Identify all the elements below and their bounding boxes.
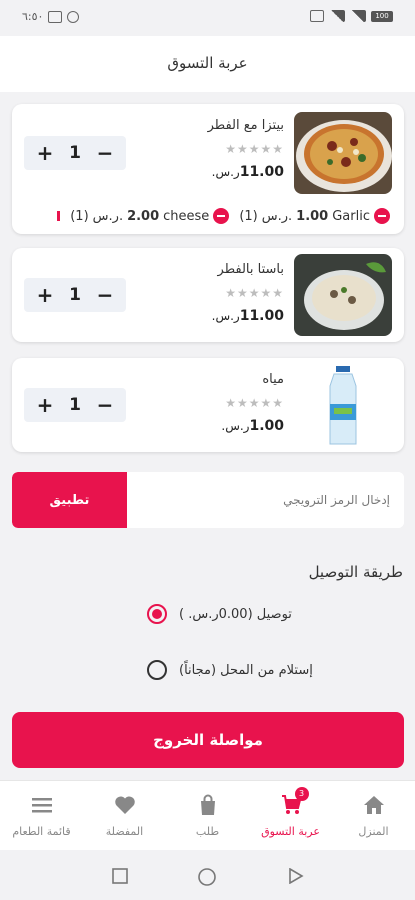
quantity-value: 1 [69,285,81,305]
item-price: 11.00ر.س. [212,164,284,180]
delivery-option-delivery[interactable]: توصيل (0.00ر.س. ) [147,601,387,627]
addon-currency: ر.س. [261,208,293,224]
cart-item-water: مياه ★★★★★ 1.00ر.س. + 1 − [12,358,404,452]
delivery-method-title: طريقة التوصيل [308,563,403,581]
price-currency: ر.س. [221,419,250,433]
nav-label: عربة التسوق [261,825,320,838]
addon-price: 1.00 [296,208,329,224]
addon-count: (1) [70,208,89,224]
top-bar: عربة التسوق [0,36,415,92]
price-currency: ر.س. [211,309,240,323]
decrease-button[interactable]: − [94,283,116,307]
price-value: 11.00 [239,308,284,324]
rating-stars: ★★★★★ [225,396,284,410]
addon-cheese: cheese 2.00 ر.س. (1) [70,208,230,224]
heart-icon [114,796,135,814]
apply-coupon-button[interactable]: تطبيق [12,472,127,528]
wifi-icon [329,10,345,22]
water-bottle-image [294,364,392,446]
quantity-stepper: + 1 − [24,136,126,170]
nav-favorites[interactable]: المفضلة [83,781,166,851]
checkout-button[interactable]: مواصلة الخروج [12,712,404,768]
status-bar: ٦:٥٠ 100 [0,0,415,36]
bag-icon [200,794,215,815]
screen-icon [310,10,324,22]
addon-price: 2.00 [127,208,160,224]
delivery-option-label: توصيل (0.00ر.س. ) [179,606,292,622]
addon-name: cheese [163,208,210,224]
decrease-button[interactable]: − [94,393,116,417]
cart-count-badge: 3 [294,787,309,801]
home-button-icon[interactable] [198,868,216,886]
nav-label: طلب [195,825,220,838]
promo-code-input[interactable] [127,472,404,528]
bottom-nav: المنزل 3 عربة التسوق طلب المفضلة قائمة ا… [0,780,415,850]
remove-addon-icon[interactable] [213,208,230,224]
scroll-indicator [57,211,61,221]
addon-count: (1) [239,208,258,224]
item-name: مياه [262,372,284,387]
nav-cart[interactable]: 3 عربة التسوق [249,781,332,851]
notification-icon [48,10,63,23]
increase-button[interactable]: + [34,283,56,307]
alarm-icon [67,10,80,23]
quantity-value: 1 [69,143,81,163]
pizza-image [294,112,392,194]
quantity-stepper: + 1 − [24,278,126,312]
battery-icon: 100 [371,10,393,22]
rating-stars: ★★★★★ [225,286,284,300]
increase-button[interactable]: + [34,141,56,165]
nav-label: قائمة الطعام [12,825,71,838]
price-value: 11.00 [239,164,284,180]
cart-item-pasta: باستا بالفطر ★★★★★ 11.00ر.س. + 1 − [12,248,404,342]
radio-unselected[interactable] [147,660,167,680]
item-price: 1.00ر.س. [221,418,284,434]
nav-label: المنزل [358,825,389,838]
back-icon[interactable] [288,868,304,884]
quantity-value: 1 [69,395,81,415]
system-nav-bar [0,850,415,900]
status-time: ٦:٥٠ [22,10,44,23]
radio-selected[interactable] [147,604,167,624]
item-name: باستا بالفطر [217,262,284,277]
increase-button[interactable]: + [34,393,56,417]
nav-orders[interactable]: طلب [166,781,249,851]
rating-stars: ★★★★★ [225,142,284,156]
home-icon [363,796,384,814]
signal-icon [350,10,366,22]
page-title: عربة التسوق [167,54,248,72]
remove-addon-icon[interactable] [374,208,390,224]
addon-garlic: Garlic 1.00 ر.س. (1) [239,208,390,224]
addon-currency: ر.س. [92,208,124,224]
decrease-button[interactable]: − [94,141,116,165]
addon-name: Garlic [332,208,370,224]
pasta-image [294,254,392,336]
delivery-option-label: إستلام من المحل (مجاناً) [179,662,313,678]
coupon-box: تطبيق [12,472,404,528]
delivery-option-pickup[interactable]: إستلام من المحل (مجاناً) [147,657,387,683]
cart-item-pizza: بيتزا مع الفطر ★★★★★ 11.00ر.س. + 1 − Gar… [12,104,404,234]
item-name: بيتزا مع الفطر [207,118,284,133]
price-currency: ر.س. [211,165,240,179]
menu-icon [31,798,52,813]
quantity-stepper: + 1 − [24,388,126,422]
cart-icon: 3 [279,787,309,817]
nav-food-menu[interactable]: قائمة الطعام [0,781,83,851]
nav-label: المفضلة [105,825,144,838]
recent-apps-icon[interactable] [112,868,128,884]
nav-home[interactable]: المنزل [332,781,415,851]
addons-list: Garlic 1.00 ر.س. (1) cheese 2.00 ر.س. (1… [22,206,390,226]
item-price: 11.00ر.س. [212,308,284,324]
price-value: 1.00 [249,418,284,434]
